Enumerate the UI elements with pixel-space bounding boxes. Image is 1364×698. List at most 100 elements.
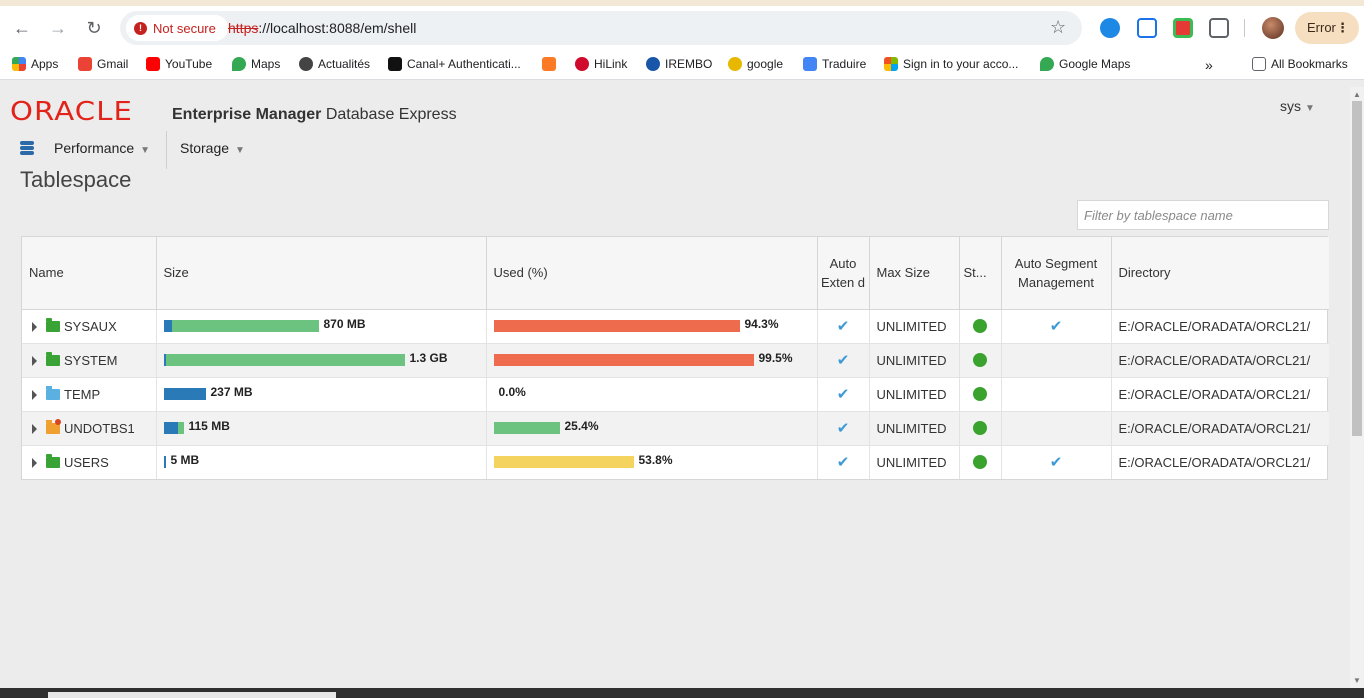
user-menu[interactable]: sys ▼: [1280, 98, 1315, 114]
profile-error-button[interactable]: Error ⋮: [1295, 12, 1359, 44]
maps-icon: [232, 57, 246, 71]
bookmark-label: HiLink: [594, 57, 628, 71]
bookmark-star-icon[interactable]: ☆: [1050, 17, 1066, 38]
tablespace-name: USERS: [64, 454, 109, 470]
max-size: UNLIMITED: [869, 343, 960, 378]
column-header-size[interactable]: Size: [156, 237, 487, 310]
scroll-up-icon[interactable]: ▲: [1353, 90, 1361, 99]
status-online-icon: [973, 353, 987, 367]
bookmark-actualites[interactable]: Actualités: [299, 57, 370, 71]
expand-row-icon[interactable]: [32, 322, 37, 333]
table-row[interactable]: USERS 5 MB 53.8% ✔ UNLIMITED ✔ E:/ORACLE/ORADA…: [22, 445, 1329, 479]
used-bar: [493, 354, 754, 366]
tablespace-filter-input[interactable]: [1077, 200, 1329, 230]
used-label: 25.4%: [564, 419, 599, 433]
database-icon[interactable]: [20, 141, 34, 155]
bookmark-label: Maps: [251, 57, 281, 71]
page-title: Tablespace: [20, 167, 132, 192]
cell-status: [959, 377, 1002, 412]
not-secure-chip[interactable]: ! Not secure: [126, 15, 228, 41]
chevron-down-icon: ▼: [1305, 103, 1315, 114]
used-label: 99.5%: [758, 351, 793, 365]
scroll-down-icon[interactable]: ▼: [1353, 676, 1361, 685]
column-header-max-size[interactable]: Max Size: [869, 237, 960, 310]
canal-plus-icon: [388, 57, 402, 71]
folder-icon: [1252, 57, 1266, 71]
all-bookmarks[interactable]: All Bookmarks: [1252, 57, 1348, 71]
size-used-segment: [163, 456, 166, 469]
status-online-icon: [973, 319, 987, 333]
status-online-icon: [973, 455, 987, 470]
column-header-status[interactable]: St...: [959, 237, 1002, 310]
extension-screenshot-icon[interactable]: [1137, 18, 1157, 38]
forward-icon[interactable]: →: [46, 16, 70, 40]
cell-auto-segment: [1001, 343, 1112, 378]
cell-auto-extend: ✔: [817, 343, 870, 378]
main-menu: Performance ▼ Storage ▼: [0, 131, 300, 169]
scrollbar-thumb[interactable]: [1352, 101, 1362, 436]
column-header-directory[interactable]: Directory: [1111, 237, 1329, 310]
bookmark-google[interactable]: google: [728, 57, 783, 71]
size-bar: [163, 388, 206, 400]
storage-menu-label: Storage: [180, 140, 230, 156]
bookmark-maps[interactable]: Maps: [232, 57, 280, 71]
column-header-name[interactable]: Name: [22, 237, 157, 310]
xampp-icon: [542, 57, 556, 71]
table-row[interactable]: UNDOTBS1 115 MB 25.4% ✔ UNLIMITED E:/ORACLE/O…: [22, 411, 1329, 446]
checkmark-icon: ✔: [1049, 318, 1063, 335]
extension-shazam-icon[interactable]: [1100, 18, 1120, 38]
max-size: UNLIMITED: [869, 309, 960, 344]
bookmark-apps[interactable]: Apps: [12, 57, 58, 71]
expand-row-icon[interactable]: [32, 390, 37, 401]
product-title-rest: Database Express: [325, 106, 457, 123]
bookmark-google-maps[interactable]: Google Maps: [1040, 57, 1130, 71]
reload-icon[interactable]: ↻: [82, 16, 106, 40]
checkmark-icon: ✔: [836, 352, 850, 369]
bookmark-traduire[interactable]: Traduire: [803, 57, 866, 71]
bookmark-sign-in[interactable]: Sign in to your acco...: [884, 57, 1018, 71]
google-maps-icon: [1040, 57, 1054, 71]
size-used-segment: [163, 354, 166, 366]
table-row[interactable]: TEMP 237 MB 0.0% ✔ UNLIMITED E:/ORACLE/ORADAT…: [22, 377, 1329, 412]
expand-row-icon[interactable]: [32, 356, 37, 367]
bookmark-label: IREMBO: [665, 57, 713, 71]
bookmark-irembo[interactable]: IREMBO: [646, 57, 712, 71]
size-bar: [163, 320, 319, 332]
cell-status: [959, 411, 1002, 446]
bookmarks-bar: Apps Gmail YouTube Maps Actualités Canal…: [0, 50, 1364, 80]
performance-menu[interactable]: Performance ▼: [54, 140, 150, 156]
cell-used: 99.5%: [486, 343, 818, 378]
column-header-auto-segment[interactable]: Auto Segment Management: [1001, 237, 1112, 310]
cell-auto-extend: ✔: [817, 309, 870, 344]
table-row[interactable]: SYSAUX 870 MB 94.3% ✔ UNLIMITED ✔ E:/ORACLE/OR…: [22, 309, 1329, 344]
url-text[interactable]: https://localhost:8088/em/shell: [228, 20, 416, 36]
bookmark-label: Sign in to your acco...: [903, 57, 1019, 71]
extension-video-icon[interactable]: [1173, 18, 1193, 38]
bookmark-label: Apps: [31, 57, 59, 71]
column-header-auto-extend[interactable]: Auto Exten d: [817, 237, 870, 310]
bookmark-canal-plus[interactable]: Canal+ Authenticati...: [388, 57, 521, 71]
bookmark-gmail[interactable]: Gmail: [78, 57, 128, 71]
em-page: ORACLE Enterprise Manager Database Expre…: [0, 81, 1350, 688]
bookmark-xampp[interactable]: [542, 57, 556, 71]
bookmarks-overflow-icon[interactable]: »: [1205, 57, 1213, 73]
menu-divider: [166, 131, 167, 169]
size-used-segment: [163, 422, 178, 434]
bookmark-youtube[interactable]: YouTube: [146, 57, 212, 71]
table-row[interactable]: SYSTEM 1.3 GB 99.5% ✔ UNLIMITED E:/ORACLE/ORA…: [22, 343, 1329, 378]
extensions-puzzle-icon[interactable]: [1209, 18, 1229, 38]
cell-used: 0.0%: [486, 377, 818, 412]
size-label: 237 MB: [210, 385, 253, 399]
storage-menu[interactable]: Storage ▼: [180, 140, 245, 156]
back-icon[interactable]: ←: [10, 16, 34, 40]
expand-row-icon[interactable]: [32, 458, 37, 469]
cell-name: SYSTEM: [22, 343, 157, 378]
column-header-used[interactable]: Used (%): [486, 237, 818, 310]
address-bar[interactable]: ! Not secure https://localhost:8088/em/s…: [120, 11, 1082, 45]
chevron-down-icon: ▼: [235, 145, 245, 156]
expand-row-icon[interactable]: [32, 424, 37, 435]
profile-avatar[interactable]: [1262, 17, 1284, 39]
page-scrollbar[interactable]: ▲ ▼: [1350, 87, 1364, 688]
bookmark-hilink[interactable]: HiLink: [575, 57, 627, 71]
used-bar: [493, 320, 740, 332]
